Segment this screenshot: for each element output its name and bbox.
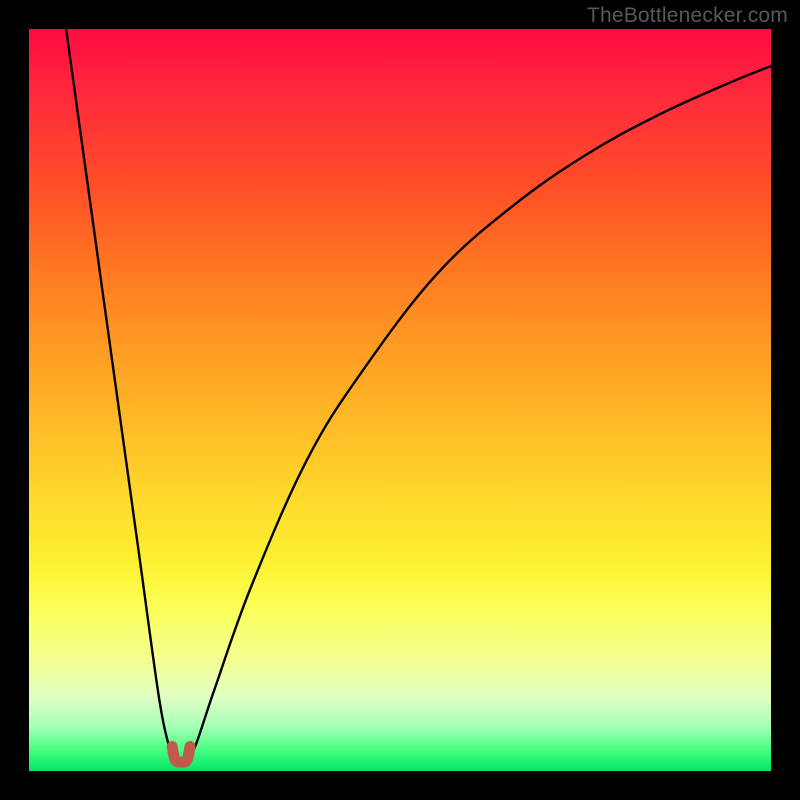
watermark-text: TheBottlenecker.com xyxy=(587,4,788,28)
curve-line xyxy=(66,29,771,762)
plot-area xyxy=(29,29,771,771)
chart-svg xyxy=(29,29,771,771)
u-marker xyxy=(172,747,190,763)
